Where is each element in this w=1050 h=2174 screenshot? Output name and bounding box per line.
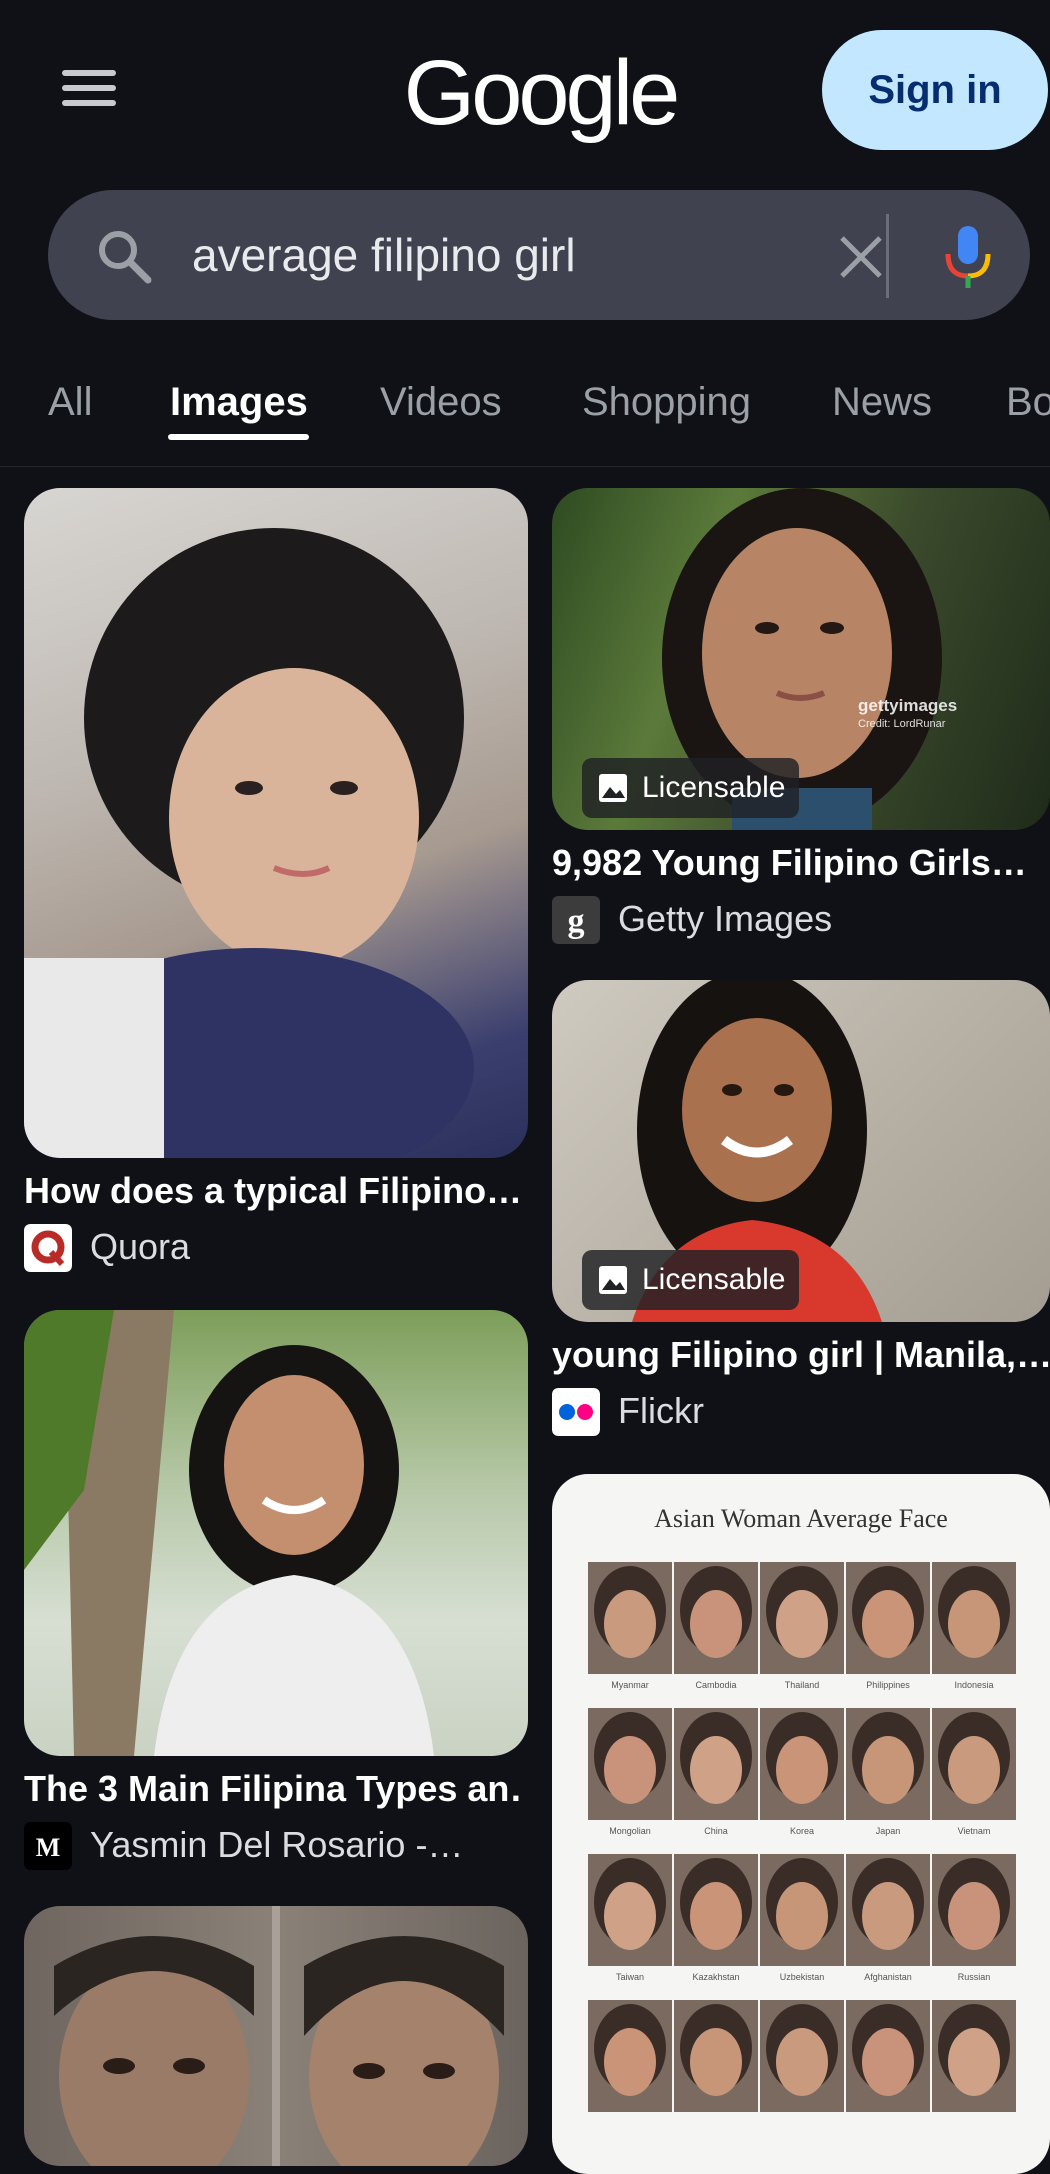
average-face-thumbnail [588, 1708, 672, 1820]
watermark-credit: Credit: LordRunar [858, 718, 946, 730]
average-face-thumbnail [760, 1708, 844, 1820]
result-source[interactable]: Flickr [552, 1388, 1050, 1436]
average-face-thumbnail [674, 1562, 758, 1674]
average-face-thumbnail [932, 1562, 1016, 1674]
result-thumbnail[interactable]: gettyimages Credit: LordRunar Licensable [552, 488, 1050, 830]
tab-all[interactable]: All [48, 380, 92, 425]
sign-in-button[interactable]: Sign in [822, 30, 1048, 150]
face-label: Afghanistan [864, 1972, 912, 1982]
tab-videos[interactable]: Videos [380, 380, 502, 425]
search-icon[interactable] [92, 224, 156, 288]
face-label: Thailand [785, 1680, 820, 1690]
result-thumbnail[interactable]: Licensable [552, 980, 1050, 1322]
result-source[interactable]: g Getty Images [552, 896, 1050, 944]
result-title[interactable]: How does a typical Filipino… [24, 1170, 524, 1212]
average-face-thumbnail [846, 2000, 930, 2112]
result-title[interactable]: The 3 Main Filipina Types an… [24, 1768, 524, 1810]
source-name: Yasmin Del Rosario -… [90, 1824, 464, 1865]
active-tab-indicator [168, 434, 309, 440]
result-thumbnail[interactable] [24, 1906, 528, 2166]
result-source[interactable]: M Yasmin Del Rosario -… [24, 1822, 524, 1870]
licensable-badge[interactable]: Licensable [582, 1250, 800, 1310]
tabs-divider [0, 466, 1050, 467]
licensable-badge[interactable]: Licensable [582, 758, 800, 818]
tab-books[interactable]: Bo [1006, 380, 1050, 425]
search-input[interactable]: average filipino girl [192, 190, 576, 320]
image-result[interactable]: How does a typical Filipino… Quora [24, 488, 528, 1278]
result-source[interactable]: Quora [24, 1224, 524, 1272]
average-face-thumbnail [846, 1854, 930, 1966]
search-bar: average filipino girl [48, 190, 1030, 320]
watermark: gettyimages [858, 696, 958, 715]
result-title[interactable]: young Filipino girl | Manila,… [552, 1334, 1050, 1376]
search-tabs: All Images Videos Shopping News Bo [0, 360, 1050, 460]
average-face-thumbnail [760, 2000, 844, 2112]
average-face-thumbnail [760, 1562, 844, 1674]
source-name: Quora [90, 1226, 191, 1267]
image-result[interactable] [24, 1906, 528, 2166]
image-icon [599, 774, 627, 802]
tab-news[interactable]: News [832, 380, 932, 425]
svg-text:M: M [36, 1833, 61, 1862]
average-face-thumbnail [588, 1854, 672, 1966]
average-face-thumbnail [846, 1562, 930, 1674]
site-logo-icon: M [24, 1822, 72, 1870]
face-label: Japan [876, 1826, 901, 1836]
face-label: Myanmar [611, 1680, 649, 1690]
face-label: Uzbekistan [780, 1972, 825, 1982]
source-name: Flickr [618, 1390, 704, 1431]
source-name: Getty Images [618, 898, 833, 939]
microphone-icon[interactable] [928, 216, 1008, 296]
image-result[interactable]: The 3 Main Filipina Types an… M Yasmin D… [24, 1310, 528, 1870]
face-label: China [704, 1826, 728, 1836]
average-face-thumbnail [932, 2000, 1016, 2112]
result-thumbnail[interactable] [24, 1310, 528, 1756]
svg-text:g: g [568, 903, 585, 940]
face-grid: Myanmar Cambodia Thailand Philippines Indone… [588, 1562, 1016, 2112]
image-result[interactable]: gettyimages Credit: LordRunar Licensable… [552, 488, 1050, 948]
search-divider [886, 214, 889, 298]
face-label: Indonesia [954, 1680, 993, 1690]
average-face-thumbnail [588, 1562, 672, 1674]
face-label: Kazakhstan [692, 1972, 739, 1982]
tab-images[interactable]: Images [170, 380, 308, 425]
face-label: Taiwan [616, 1972, 644, 1982]
menu-icon[interactable] [52, 58, 128, 118]
face-label: Vietnam [958, 1826, 991, 1836]
result-title[interactable]: 9,982 Young Filipino Girls… [552, 842, 1050, 884]
average-face-thumbnail [674, 1854, 758, 1966]
flickr-icon [552, 1388, 600, 1436]
header: Google Sign in [0, 0, 1050, 180]
google-logo[interactable]: Google [400, 38, 681, 148]
result-thumbnail[interactable]: Asian Woman Average Face Myanmar Cambodia… [552, 1474, 1050, 2174]
average-face-thumbnail [674, 1708, 758, 1820]
average-face-thumbnail [846, 1708, 930, 1820]
face-label: Korea [790, 1826, 814, 1836]
face-label: Russian [958, 1972, 991, 1982]
face-label: Cambodia [695, 1680, 736, 1690]
quora-icon [24, 1224, 72, 1272]
average-face-thumbnail [932, 1854, 1016, 1966]
badge-label: Licensable [642, 1263, 786, 1296]
face-label: Philippines [866, 1680, 910, 1690]
result-thumbnail[interactable] [24, 488, 528, 1158]
average-face-thumbnail [588, 2000, 672, 2112]
average-face-thumbnail [760, 1854, 844, 1966]
average-face-thumbnail [674, 2000, 758, 2112]
average-face-thumbnail [932, 1708, 1016, 1820]
badge-label: Licensable [642, 771, 786, 804]
tab-shopping[interactable]: Shopping [582, 380, 751, 425]
image-result[interactable]: Asian Woman Average Face Myanmar Cambodia… [552, 1474, 1050, 2174]
getty-images-icon: g [552, 896, 600, 944]
face-label: Mongolian [609, 1826, 651, 1836]
image-icon [599, 1266, 627, 1294]
image-result[interactable]: Licensable young Filipino girl | Manila,… [552, 980, 1050, 1440]
